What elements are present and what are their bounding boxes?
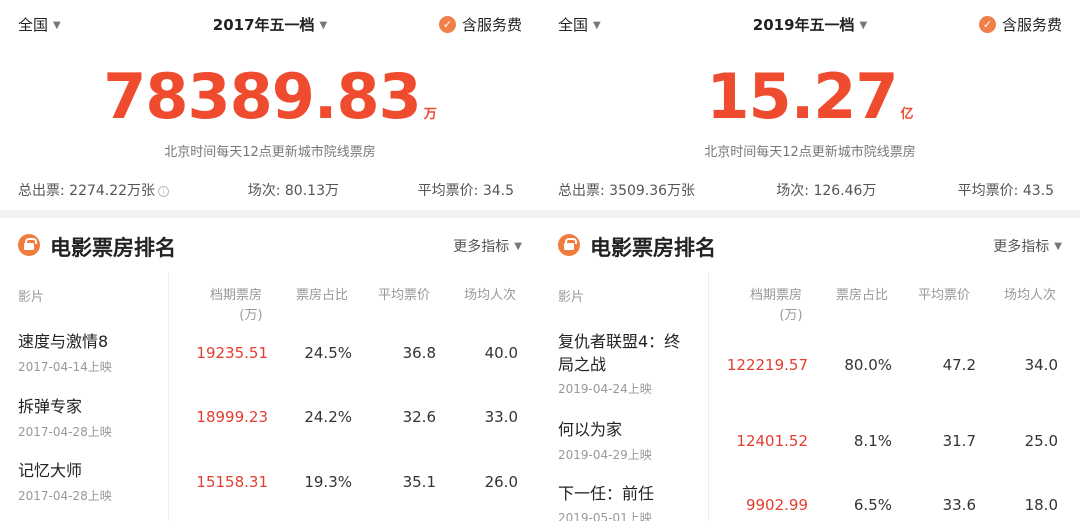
attendance-value: 34.0 <box>1024 356 1058 374</box>
summary-section: 全国 ▼ 2017年五一档 ▼ ✓ 含服务费 78389.83 万 北京时间每天12点更… <box>0 0 540 210</box>
avg-price-value: 47.2 <box>942 356 976 374</box>
film-name[interactable]: 复仇者联盟4：终 局之战 <box>558 330 680 376</box>
share-value: 24.5% <box>304 344 352 362</box>
column-header-share[interactable]: 票房占比 <box>826 286 898 306</box>
film-name[interactable]: 何以为家 <box>558 418 622 441</box>
ranking-header: 电影票房排名 更多指标 ▼ <box>558 232 1062 262</box>
info-icon[interactable]: i <box>158 186 170 197</box>
column-header-share[interactable]: 票房占比 <box>286 286 358 306</box>
box-office-panel-2017: 全国 ▼ 2017年五一档 ▼ ✓ 含服务费 78389.83 万 北京时间每天12点更… <box>0 0 540 521</box>
total-tickets: 总出票: 2274.22万张 i <box>18 180 170 200</box>
share-value: 24.2% <box>304 408 352 426</box>
column-header-avg-price[interactable]: 平均票价 <box>368 286 440 306</box>
attendance-value: 40.0 <box>484 344 518 362</box>
avg-price-value: 33.6 <box>942 496 976 514</box>
film-name[interactable]: 记忆大师 <box>18 459 82 482</box>
ranking-title: 电影票房排名 <box>590 236 716 260</box>
film-name[interactable]: 拆弹专家 <box>18 395 82 418</box>
avg-price-value: 35.1 <box>402 473 436 491</box>
ranking-header: 电影票房排名 更多指标 ▼ <box>18 232 522 262</box>
total-shows: 场次: 126.46万 <box>776 183 877 199</box>
column-header-avg-attendance[interactable]: 场均人次 <box>992 286 1068 306</box>
update-note: 北京时间每天12点更新城市院线票房 <box>704 145 916 160</box>
total-shows: 场次: 80.13万 <box>247 183 339 199</box>
service-fee-toggle[interactable]: ✓ 含服务费 <box>438 14 522 35</box>
box-office-value: 19235.51 <box>196 344 268 362</box>
total-box-office: 78389.83 万 <box>103 60 437 133</box>
more-metrics-button[interactable]: 更多指标 ▼ <box>453 236 522 256</box>
box-office-value: 122219.57 <box>726 356 808 374</box>
chevron-down-icon: ▼ <box>514 241 522 252</box>
attendance-value: 33.0 <box>484 408 518 426</box>
check-circle-icon: ✓ <box>438 16 456 33</box>
attendance-value: 25.0 <box>1024 432 1058 450</box>
average-price: 平均票价: 43.5 <box>957 183 1054 199</box>
attendance-value: 26.0 <box>484 473 518 491</box>
check-circle-icon: ✓ <box>978 16 996 33</box>
share-value: 80.0% <box>844 356 892 374</box>
service-fee-toggle[interactable]: ✓ 含服务费 <box>978 14 1062 35</box>
release-date: 2019-04-29上映 <box>558 448 652 462</box>
ranking-title: 电影票房排名 <box>50 236 176 260</box>
column-header-avg-attendance[interactable]: 场均人次 <box>452 286 528 306</box>
column-header-avg-price[interactable]: 平均票价 <box>908 286 980 306</box>
stats-row: 总出票: 3509.36万张 场次: 126.46万 平均票价: 43.5 <box>558 180 1054 200</box>
box-office-value: 15158.31 <box>196 473 268 491</box>
more-metrics-button[interactable]: 更多指标 ▼ <box>993 236 1062 256</box>
avg-price-value: 36.8 <box>402 344 436 362</box>
average-price: 平均票价: 34.5 <box>417 183 514 199</box>
stats-row: 总出票: 2274.22万张 i 场次: 80.13万 平均票价: 34.5 <box>18 180 514 200</box>
chevron-down-icon: ▼ <box>859 20 868 31</box>
box-office-value: 9902.99 <box>745 496 808 514</box>
film-name[interactable]: 速度与激情8 <box>18 330 108 353</box>
release-date: 2017-04-14上映 <box>18 360 112 374</box>
attendance-value: 18.0 <box>1024 496 1058 514</box>
share-value: 6.5% <box>853 496 892 514</box>
share-value: 8.1% <box>853 432 892 450</box>
box-office-panel-2019: 全国 ▼ 2019年五一档 ▼ ✓ 含服务费 15.27 亿 北京时间每天12点更新城市… <box>540 0 1080 521</box>
film-name[interactable]: 下一任：前任 <box>558 482 654 505</box>
box-office-value: 12401.52 <box>736 432 808 450</box>
release-date: 2019-05-01上映 <box>558 511 652 521</box>
avg-price-value: 31.7 <box>942 432 976 450</box>
chevron-down-icon: ▼ <box>319 20 328 31</box>
column-header-film: 影片 <box>18 290 45 305</box>
summary-section: 全国 ▼ 2019年五一档 ▼ ✓ 含服务费 15.27 亿 北京时间每天12点更新城市… <box>540 0 1080 210</box>
avg-price-value: 32.6 <box>402 408 436 426</box>
chevron-down-icon: ▼ <box>1054 241 1062 252</box>
box-office-value: 18999.23 <box>196 408 268 426</box>
total-tickets: 总出票: 3509.36万张 <box>558 183 696 199</box>
release-date: 2017-04-28上映 <box>18 489 112 503</box>
column-header-box-office[interactable]: 档期票房 (万) <box>200 286 272 326</box>
release-date: 2017-04-28上映 <box>18 425 112 439</box>
release-date: 2019-04-24上映 <box>558 382 652 396</box>
film-icon <box>558 234 580 256</box>
film-icon <box>18 234 40 256</box>
column-header-box-office[interactable]: 档期票房 (万) <box>740 286 812 326</box>
column-header-film: 影片 <box>558 290 585 305</box>
share-value: 19.3% <box>304 473 352 491</box>
update-note: 北京时间每天12点更新城市院线票房 <box>164 145 376 160</box>
total-box-office: 15.27 亿 <box>706 60 914 133</box>
